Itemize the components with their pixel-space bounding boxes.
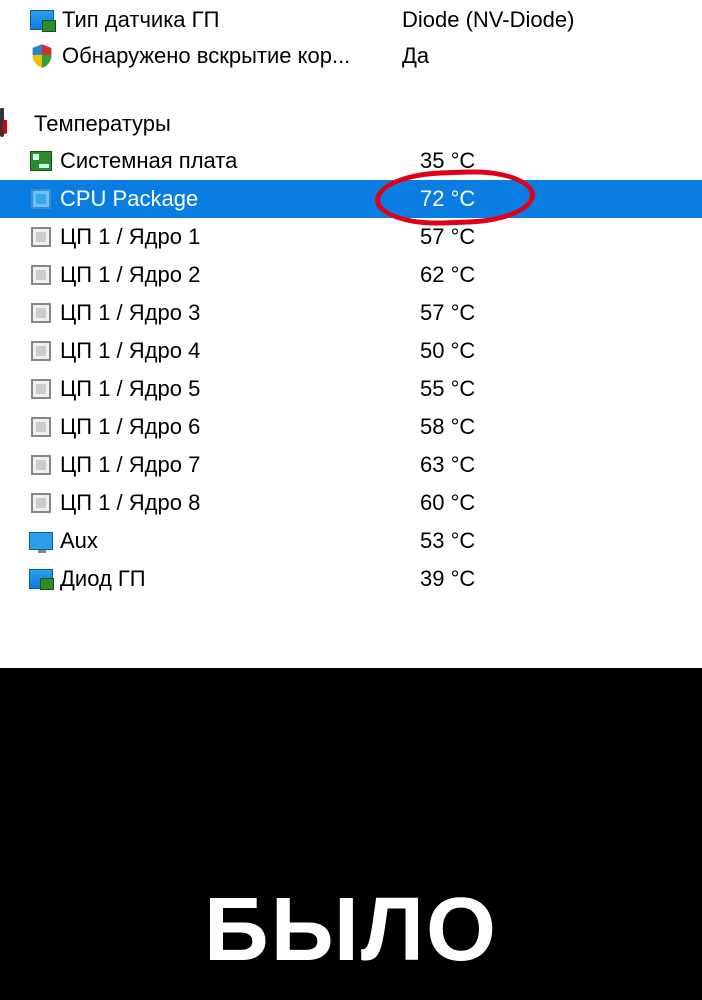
temp-value: 57 °C — [420, 224, 475, 250]
temp-value: 35 °C — [420, 148, 475, 174]
caption-text: БЫЛО — [204, 879, 498, 982]
temp-row-core4[interactable]: ЦП 1 / Ядро 4 50 °C — [0, 332, 702, 370]
thermometer-icon — [0, 110, 28, 138]
chip-icon — [28, 300, 54, 326]
chip-icon — [28, 414, 54, 440]
shield-icon — [28, 42, 56, 70]
temp-label: ЦП 1 / Ядро 3 — [60, 300, 420, 326]
chip-icon — [28, 376, 54, 402]
temp-value: 50 °C — [420, 338, 475, 364]
section-title: Температуры — [34, 111, 171, 137]
temp-row-core7[interactable]: ЦП 1 / Ядро 7 63 °C — [0, 446, 702, 484]
temp-row-aux[interactable]: Aux 53 °C — [0, 522, 702, 560]
temp-row-cpu-package[interactable]: CPU Package 72 °C — [0, 180, 702, 218]
temp-value: 62 °C — [420, 262, 475, 288]
temp-value: 60 °C — [420, 490, 475, 516]
gpu-icon — [28, 566, 54, 592]
info-value: Diode (NV-Diode) — [402, 7, 574, 33]
monitor-chip-icon — [28, 6, 56, 34]
info-row[interactable]: Тип датчика ГП Diode (NV-Diode) — [0, 2, 702, 38]
temp-label: ЦП 1 / Ядро 7 — [60, 452, 420, 478]
chip-icon — [28, 452, 54, 478]
temp-row-core3[interactable]: ЦП 1 / Ядро 3 57 °C — [0, 294, 702, 332]
section-header-temperatures[interactable]: Температуры — [0, 106, 702, 142]
chip-icon — [28, 186, 54, 212]
chip-icon — [28, 338, 54, 364]
info-label: Обнаружено вскрытие кор... — [62, 43, 402, 69]
temp-label: ЦП 1 / Ядро 6 — [60, 414, 420, 440]
temp-label: ЦП 1 / Ядро 5 — [60, 376, 420, 402]
temp-label: CPU Package — [60, 186, 420, 212]
temp-value: 63 °C — [420, 452, 475, 478]
caption-panel: БЫЛО — [0, 668, 702, 1000]
hwinfo-panel: Тип датчика ГП Diode (NV-Diode) Обнаруже… — [0, 0, 702, 598]
chip-icon — [28, 224, 54, 250]
temp-label: ЦП 1 / Ядро 1 — [60, 224, 420, 250]
chip-icon — [28, 490, 54, 516]
temp-label: ЦП 1 / Ядро 8 — [60, 490, 420, 516]
temp-value: 53 °C — [420, 528, 475, 554]
temp-value: 72 °C — [420, 186, 475, 212]
temp-row-core8[interactable]: ЦП 1 / Ядро 8 60 °C — [0, 484, 702, 522]
temp-label: ЦП 1 / Ядро 4 — [60, 338, 420, 364]
monitor-icon — [28, 528, 54, 554]
info-label: Тип датчика ГП — [62, 7, 402, 33]
chip-icon — [28, 262, 54, 288]
temperature-list: Системная плата 35 °C CPU Package 72 °C … — [0, 142, 702, 598]
temp-row-gpu-diode[interactable]: Диод ГП 39 °C — [0, 560, 702, 598]
temp-value: 57 °C — [420, 300, 475, 326]
temp-value: 58 °C — [420, 414, 475, 440]
info-value: Да — [402, 43, 429, 69]
temp-row-core1[interactable]: ЦП 1 / Ядро 1 57 °C — [0, 218, 702, 256]
temp-value: 39 °C — [420, 566, 475, 592]
temp-value: 55 °C — [420, 376, 475, 402]
temp-row-core6[interactable]: ЦП 1 / Ядро 6 58 °C — [0, 408, 702, 446]
temp-label: ЦП 1 / Ядро 2 — [60, 262, 420, 288]
info-row[interactable]: Обнаружено вскрытие кор... Да — [0, 38, 702, 74]
temp-row-motherboard[interactable]: Системная плата 35 °C — [0, 142, 702, 180]
motherboard-icon — [28, 148, 54, 174]
temp-row-core5[interactable]: ЦП 1 / Ядро 5 55 °C — [0, 370, 702, 408]
temp-label: Aux — [60, 528, 420, 554]
temp-row-core2[interactable]: ЦП 1 / Ядро 2 62 °C — [0, 256, 702, 294]
temp-label: Системная плата — [60, 148, 420, 174]
temp-label: Диод ГП — [60, 566, 420, 592]
